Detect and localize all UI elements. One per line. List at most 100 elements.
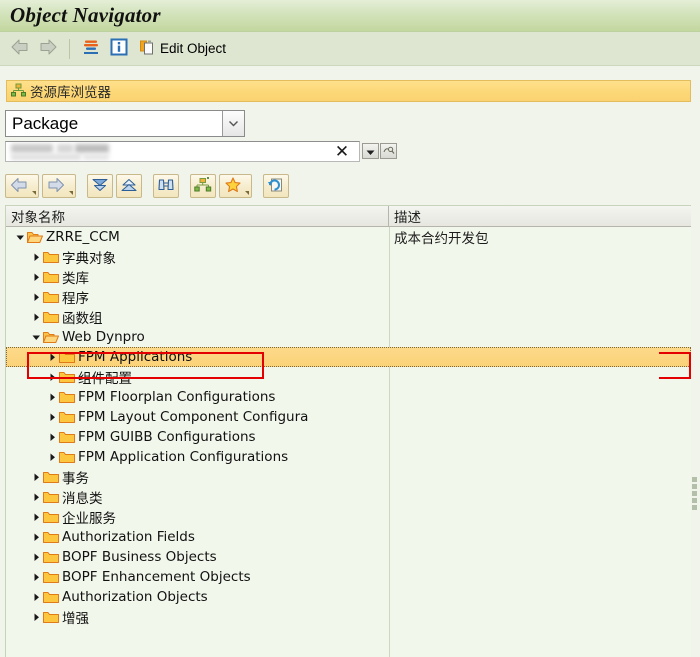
search-help-button[interactable] [380, 143, 397, 159]
tree-row[interactable]: 事务 [6, 467, 691, 487]
select-arrow-button[interactable] [222, 111, 244, 136]
star-icon [224, 176, 242, 196]
tree-node[interactable]: ZRRE_CCM [6, 227, 389, 247]
tree-node[interactable]: 字典对象 [6, 247, 389, 267]
tree-row[interactable]: Authorization Objects [6, 587, 691, 607]
tree-row[interactable]: Authorization Fields [6, 527, 691, 547]
caret-icon [69, 191, 73, 195]
expand-twisty-icon[interactable] [30, 267, 43, 287]
column-header-description[interactable]: 描述 [389, 206, 691, 226]
information-button[interactable] [107, 37, 131, 61]
find-button[interactable] [153, 174, 179, 198]
input-dropdown-button[interactable] [362, 143, 379, 159]
object-type-select[interactable]: Package [5, 110, 245, 137]
tree-node[interactable]: Authorization Fields [6, 527, 389, 547]
tree-row[interactable]: 程序 [6, 287, 691, 307]
tree-forward-button[interactable] [42, 174, 76, 198]
expand-twisty-icon[interactable] [46, 387, 59, 407]
tree-row[interactable]: FPM Layout Component Configura [6, 407, 691, 427]
tree-node-label: 字典对象 [62, 251, 116, 267]
tree-row[interactable]: ZRRE_CCM 成本合约开发包 [6, 227, 691, 247]
collapse-twisty-icon[interactable] [30, 327, 43, 347]
tree-node[interactable]: 消息类 [6, 487, 389, 507]
expand-twisty-icon[interactable] [30, 587, 43, 607]
expand-all-button[interactable] [87, 174, 113, 198]
tree-row[interactable]: 字典对象 [6, 247, 691, 267]
expand-twisty-icon[interactable] [30, 547, 43, 567]
dropdown-arrow-icon [366, 144, 375, 159]
expand-twisty-icon[interactable] [46, 347, 59, 367]
tree-row-selected[interactable]: FPM Applications [6, 347, 691, 367]
folder-icon [59, 370, 75, 384]
clear-input-button[interactable]: ✕ [332, 142, 352, 161]
tree-row[interactable]: 增强 [6, 607, 691, 627]
tree-row[interactable]: FPM GUIBB Configurations [6, 427, 691, 447]
tree-row[interactable]: BOPF Enhancement Objects [6, 567, 691, 587]
object-list-button[interactable] [190, 174, 216, 198]
tree-row[interactable]: Web Dynpro [6, 327, 691, 347]
folder-icon [59, 350, 75, 364]
expand-twisty-icon[interactable] [30, 567, 43, 587]
tree-node[interactable]: 程序 [6, 287, 389, 307]
tree-node-label: Authorization Fields [62, 529, 195, 545]
display-object-button[interactable] [79, 37, 103, 61]
expand-twisty-icon[interactable] [46, 447, 59, 467]
expand-twisty-icon[interactable] [30, 247, 43, 267]
favorites-button[interactable] [219, 174, 252, 198]
splitter-grip[interactable] [692, 477, 697, 510]
expand-twisty-icon[interactable] [30, 507, 43, 527]
tree-node[interactable]: FPM Layout Component Configura [6, 407, 389, 427]
tree-node-label: 程序 [62, 291, 89, 307]
refresh-button[interactable] [263, 174, 289, 198]
back-button[interactable] [8, 37, 32, 61]
forward-button[interactable] [36, 37, 60, 61]
tree-node[interactable]: Authorization Objects [6, 587, 389, 607]
tree-row[interactable]: FPM Floorplan Configurations [6, 387, 691, 407]
tree-node-label: BOPF Business Objects [62, 549, 217, 565]
collapse-all-button[interactable] [116, 174, 142, 198]
expand-twisty-icon[interactable] [30, 467, 43, 487]
tree-node[interactable]: Web Dynpro [6, 327, 389, 347]
tree-row[interactable]: 组件配置 [6, 367, 691, 387]
tree-node[interactable]: FPM GUIBB Configurations [6, 427, 389, 447]
page-title: Object Navigator [10, 3, 161, 27]
folder-icon [59, 390, 75, 404]
tree-node[interactable]: 函数组 [6, 307, 389, 327]
expand-twisty-icon[interactable] [30, 287, 43, 307]
tree-node[interactable]: 增强 [6, 607, 389, 627]
toolbar-separator [69, 38, 70, 59]
expand-twisty-icon[interactable] [46, 407, 59, 427]
tree-node[interactable]: 企业服务 [6, 507, 389, 527]
tree-node-label: FPM Application Configurations [78, 449, 289, 465]
tree-node-label: FPM Layout Component Configura [78, 409, 309, 425]
collapse-twisty-icon[interactable] [14, 227, 27, 247]
edit-object-button[interactable]: Edit Object [135, 37, 230, 61]
tree-node[interactable]: FPM Floorplan Configurations [6, 387, 389, 407]
tree-node[interactable]: BOPF Enhancement Objects [6, 567, 389, 587]
tree-node[interactable]: 组件配置 [6, 367, 389, 387]
tree-node[interactable]: FPM Applications [6, 347, 389, 367]
tree-row[interactable]: FPM Application Configurations [6, 447, 691, 467]
tree-row[interactable]: 消息类 [6, 487, 691, 507]
tree-row[interactable]: 函数组 [6, 307, 691, 327]
tree-node[interactable]: BOPF Business Objects [6, 547, 389, 567]
column-header-object-name[interactable]: 对象名称 [6, 206, 389, 226]
close-icon: ✕ [334, 141, 350, 161]
expand-twisty-icon[interactable] [46, 367, 59, 387]
tree-back-button[interactable] [5, 174, 39, 198]
tree-row[interactable]: 类库 [6, 267, 691, 287]
tree-node[interactable]: 类库 [6, 267, 389, 287]
tree-node[interactable]: 事务 [6, 467, 389, 487]
folder-open-icon [27, 230, 43, 244]
expand-twisty-icon[interactable] [30, 487, 43, 507]
tree-row[interactable]: BOPF Business Objects [6, 547, 691, 567]
tree-node[interactable]: FPM Application Configurations [6, 447, 389, 467]
collapse-up-icon [120, 177, 138, 196]
object-name-input[interactable] [5, 141, 360, 162]
expand-twisty-icon[interactable] [30, 607, 43, 627]
expand-twisty-icon[interactable] [30, 527, 43, 547]
expand-twisty-icon[interactable] [30, 307, 43, 327]
tree-row[interactable]: 企业服务 [6, 507, 691, 527]
tree-node-label: FPM Floorplan Configurations [78, 389, 276, 405]
expand-twisty-icon[interactable] [46, 427, 59, 447]
